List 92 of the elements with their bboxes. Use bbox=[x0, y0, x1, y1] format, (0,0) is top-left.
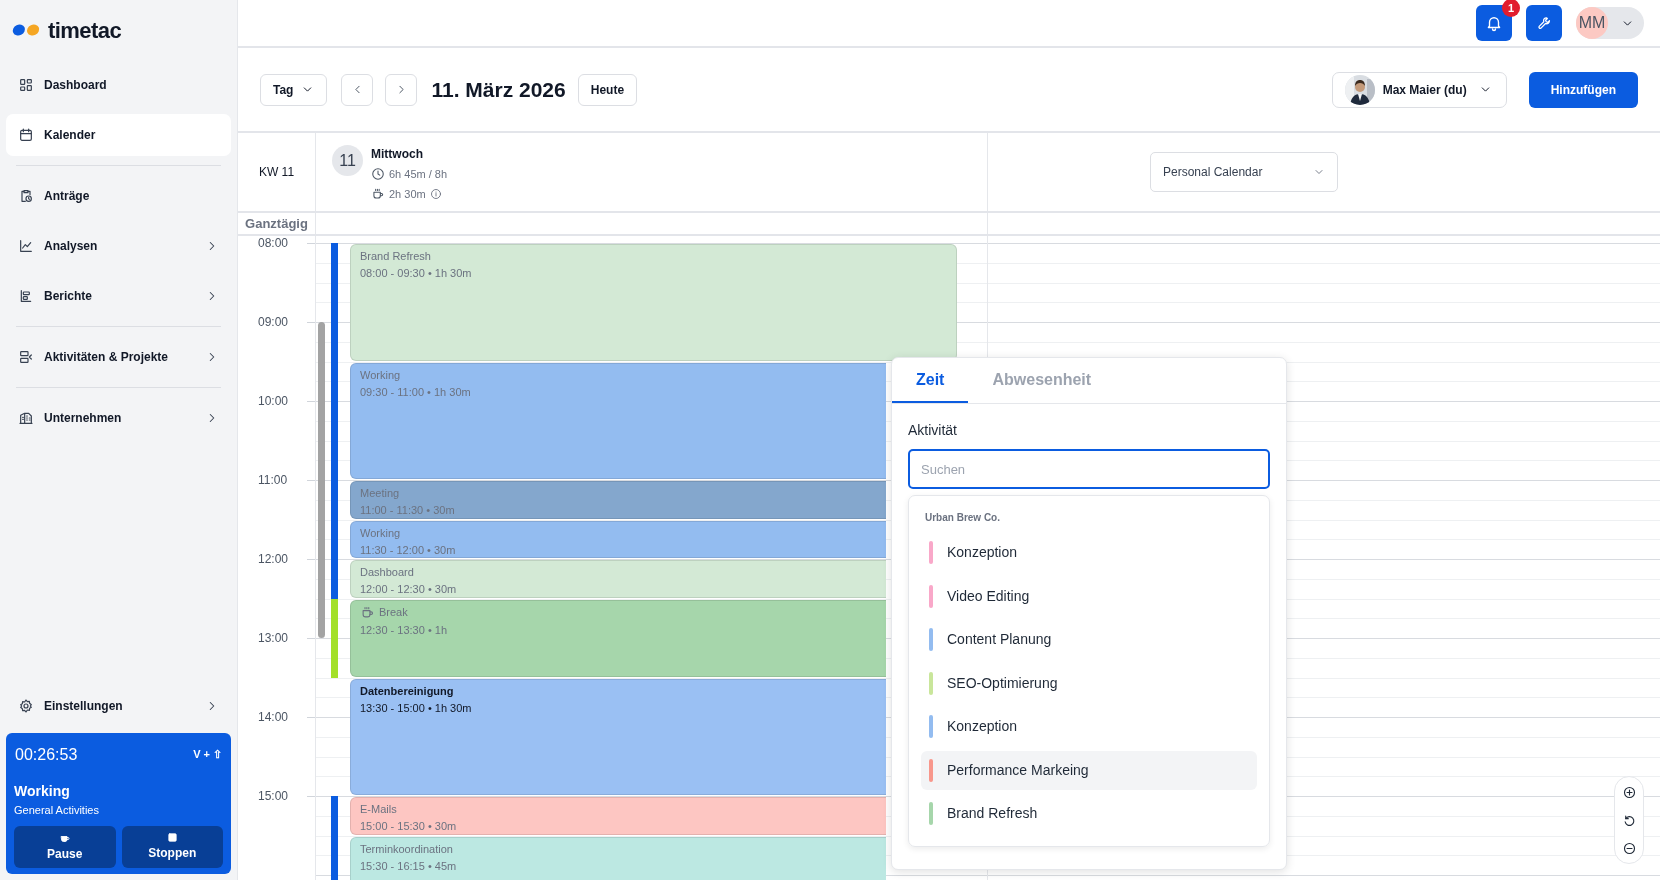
gear-icon bbox=[18, 697, 34, 714]
hour-label: 15:00 bbox=[258, 790, 289, 802]
calendar-event[interactable]: Terminkoordination 15:30 - 16:15 • 45m bbox=[350, 836, 886, 880]
event-time: 12:00 - 12:30 • 30m bbox=[360, 582, 458, 596]
info-icon bbox=[429, 187, 442, 200]
nav-item[interactable]: Dashboard bbox=[6, 64, 231, 106]
week-number: KW 11 bbox=[258, 164, 295, 181]
date-title: 11. März 2026 bbox=[431, 76, 566, 103]
event-time: 13:30 - 15:00 • 1h 30m bbox=[360, 700, 473, 715]
nav-item[interactable]: Berichte bbox=[6, 275, 231, 317]
user-dropdown[interactable]: Max Maier (du) bbox=[1331, 71, 1507, 108]
notification-badge: 1 bbox=[1502, 0, 1520, 17]
logo-icon bbox=[10, 22, 42, 38]
dashboard-icon bbox=[18, 77, 34, 93]
event-title: E-Mails bbox=[360, 802, 397, 816]
today-button[interactable]: Heute bbox=[577, 73, 638, 106]
search-field[interactable]: Suchen bbox=[908, 449, 1270, 489]
event-time: 15:30 - 16:15 • 45m bbox=[360, 858, 458, 873]
hour-label: 12:00 bbox=[258, 553, 289, 565]
event-title: Working bbox=[360, 367, 401, 382]
activity-option[interactable]: Video Editing bbox=[921, 576, 1257, 616]
stop-button[interactable]: Stoppen bbox=[121, 826, 223, 868]
worked-hours: 6h 45m / 8h bbox=[389, 167, 448, 182]
hour-label: 13:00 bbox=[258, 632, 289, 644]
view-dropdown[interactable]: Tag bbox=[260, 73, 328, 106]
clipboard-clock-icon bbox=[18, 188, 34, 204]
event-title: Dashboard bbox=[360, 565, 414, 579]
activity-option[interactable]: Brand Refresh bbox=[921, 794, 1257, 833]
cup-icon bbox=[360, 604, 375, 620]
notifications-button[interactable] bbox=[1476, 5, 1512, 41]
activities-icon bbox=[18, 349, 34, 365]
all-day-label: Ganztägig bbox=[245, 214, 308, 233]
nav-item[interactable]: Kalender bbox=[6, 114, 231, 156]
calendar-event[interactable]: Datenbereinigung 13:30 - 15:00 • 1h 30m bbox=[350, 678, 886, 795]
event-time: 11:30 - 12:00 • 30m bbox=[360, 542, 457, 557]
activity-option[interactable]: SEO-Optimierung bbox=[921, 663, 1257, 703]
activity-category: General Activities bbox=[14, 802, 100, 818]
report-icon bbox=[18, 288, 34, 304]
nav-item[interactable]: Analysen bbox=[6, 225, 231, 267]
building-icon bbox=[18, 410, 34, 426]
pause-button[interactable]: Pause bbox=[14, 826, 116, 868]
nav-item[interactable]: Aktivitäten & Projekte bbox=[6, 336, 231, 378]
add-button[interactable]: Hinzufügen bbox=[1528, 71, 1638, 108]
event-time: 09:30 - 11:00 • 1h 30m bbox=[360, 384, 472, 399]
group-label: Urban Brew Co. bbox=[924, 511, 1001, 525]
event-time: 12:30 - 13:30 • 1h bbox=[360, 622, 449, 637]
event-title: Working bbox=[360, 525, 401, 540]
event-title: Datenbereinigung bbox=[360, 683, 454, 698]
zoom-in-icon bbox=[1621, 784, 1637, 800]
popup-tab[interactable]: Zeit bbox=[892, 358, 969, 403]
calendar-event[interactable]: Dashboard 12:00 - 12:30 • 30m bbox=[350, 560, 886, 598]
event-time: 15:00 - 15:30 • 30m bbox=[360, 819, 458, 833]
activity-option[interactable]: Content Planung bbox=[921, 620, 1257, 659]
nav-item[interactable]: Unternehmen bbox=[6, 397, 231, 439]
hour-label: 08:00 bbox=[258, 237, 289, 249]
stop-icon bbox=[166, 832, 178, 843]
activity-option[interactable]: Konzeption bbox=[921, 707, 1257, 746]
event-title: Break bbox=[379, 605, 408, 619]
zoom-out-icon bbox=[1621, 840, 1637, 856]
hour-label: 09:00 bbox=[258, 316, 289, 328]
scroll-bar[interactable] bbox=[318, 322, 325, 638]
shortcut-text: V + ⇧ bbox=[193, 747, 222, 763]
tools-button[interactable] bbox=[1526, 5, 1562, 41]
hour-label: 11:00 bbox=[258, 474, 288, 486]
hour-label: 14:00 bbox=[258, 711, 289, 723]
activity-option[interactable]: Konzeption bbox=[921, 533, 1257, 572]
line-chart-icon bbox=[18, 238, 34, 254]
calendar-event[interactable]: Brand Refresh 08:00 - 09:30 • 1h 30m bbox=[350, 244, 957, 361]
timer-text: 00:26:53 bbox=[15, 744, 78, 765]
calendar-icon bbox=[18, 127, 34, 143]
event-title: Terminkoordination bbox=[360, 841, 453, 856]
event-time: 08:00 - 09:30 • 1h 30m bbox=[360, 266, 473, 280]
day-number: 11 bbox=[332, 145, 363, 176]
calendar-select[interactable]: Personal Calendar bbox=[1150, 152, 1338, 192]
hour-label: 10:00 bbox=[258, 395, 289, 407]
activity-option[interactable]: Performance Markeing bbox=[921, 750, 1257, 790]
wrench-icon bbox=[1535, 14, 1553, 32]
field-label: Aktivität bbox=[908, 421, 958, 440]
logo-text: timetac bbox=[48, 16, 122, 45]
nav-item[interactable]: Anträge bbox=[6, 175, 231, 217]
clock-icon bbox=[371, 167, 385, 182]
cup-icon bbox=[371, 186, 385, 201]
weekday-label: Mittwoch bbox=[371, 146, 424, 163]
event-time: 11:00 - 11:30 • 30m bbox=[360, 503, 456, 517]
bell-icon bbox=[1485, 14, 1503, 32]
user-menu-button[interactable]: MM bbox=[1576, 7, 1644, 39]
user-initials: MM bbox=[1576, 7, 1608, 39]
break-hours: 2h 30m bbox=[389, 186, 426, 202]
event-title: Meeting bbox=[360, 486, 400, 500]
event-title: Brand Refresh bbox=[360, 249, 431, 263]
nav-item[interactable]: Einstellungen bbox=[6, 684, 231, 727]
activity-name: Working bbox=[14, 781, 71, 801]
